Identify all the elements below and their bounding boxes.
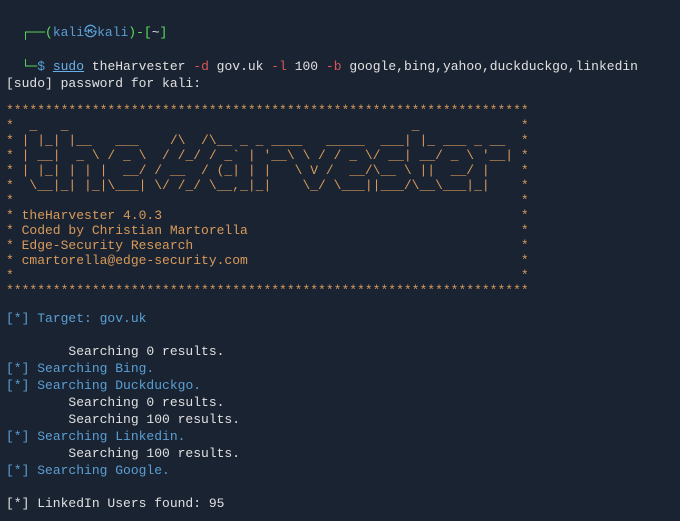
ascii-row: * * <box>6 193 529 208</box>
prompt-at: ㉿ <box>84 25 97 40</box>
searching-results: Searching 100 results. <box>6 412 674 429</box>
cmd-sudo: sudo <box>53 59 84 74</box>
sudo-password-prompt[interactable]: [sudo] password for kali: <box>6 76 674 93</box>
searching-google: [*] Searching Google. <box>6 463 674 480</box>
ascii-row: * theHarvester 4.0.3 * <box>6 208 529 223</box>
terminal-prompt-line1: ┌──(kali㉿kali)-[~] <box>6 8 674 42</box>
searching-duckduckgo: [*] Searching Duckduckgo. <box>6 378 674 395</box>
ascii-row: * | |_| | | | __/ / __ / (_| | | \ V / _… <box>6 163 529 178</box>
ascii-row: * Edge-Security Research * <box>6 238 529 253</box>
prompt-l2-prefix: └─ <box>22 59 38 74</box>
prompt-host: kali <box>97 25 128 40</box>
prompt-dollar: $ <box>37 59 53 74</box>
blank-line <box>6 480 674 497</box>
ascii-banner: ****************************************… <box>6 104 674 298</box>
prompt-corner: ┌──( <box>22 25 53 40</box>
ascii-row: ****************************************… <box>6 103 529 118</box>
ascii-row: * | |_| |__ ___ /\ /\__ _ _ ____ _____ _… <box>6 133 529 148</box>
arg-d: gov.uk <box>209 59 271 74</box>
searching-results: Searching 0 results. <box>6 344 674 361</box>
output-block: [*] Target: gov.uk Searching 0 results. … <box>6 311 674 514</box>
prompt-close: )-[ <box>128 25 151 40</box>
ascii-row: ****************************************… <box>6 283 529 298</box>
arg-l: 100 <box>287 59 326 74</box>
searching-results: Searching 0 results. <box>6 395 674 412</box>
ascii-row: * Coded by Christian Martorella * <box>6 223 529 238</box>
linkedin-users-found: [*] LinkedIn Users found: 95 <box>6 496 674 513</box>
ascii-row: * _ _ _ * <box>6 118 529 133</box>
searching-linkedin: [*] Searching Linkedin. <box>6 429 674 446</box>
blank-line <box>6 328 674 345</box>
ascii-row: * cmartorella@edge-security.com * <box>6 253 529 268</box>
searching-bing: [*] Searching Bing. <box>6 361 674 378</box>
cmd-harvester: theHarvester <box>84 59 193 74</box>
prompt-user: kali <box>53 25 84 40</box>
ascii-row: * * <box>6 268 529 283</box>
ascii-row: * \__|_| |_|\___| \/ /_/ \__,_|_| \_/ \_… <box>6 178 529 193</box>
ascii-row: * | __| _ \ / _ \ / /_/ / _` | '__\ \ / … <box>6 148 529 163</box>
flag-b: -b <box>326 59 342 74</box>
flag-d: -d <box>193 59 209 74</box>
searching-results: Searching 100 results. <box>6 446 674 463</box>
terminal-prompt-line2[interactable]: └─$ sudo theHarvester -d gov.uk -l 100 -… <box>6 42 674 76</box>
arg-b: google,bing,yahoo,duckduckgo,linkedin <box>342 59 638 74</box>
prompt-path: ~ <box>152 25 160 40</box>
flag-l: -l <box>271 59 287 74</box>
target-line: [*] Target: gov.uk <box>6 311 674 328</box>
prompt-end: ] <box>160 25 168 40</box>
